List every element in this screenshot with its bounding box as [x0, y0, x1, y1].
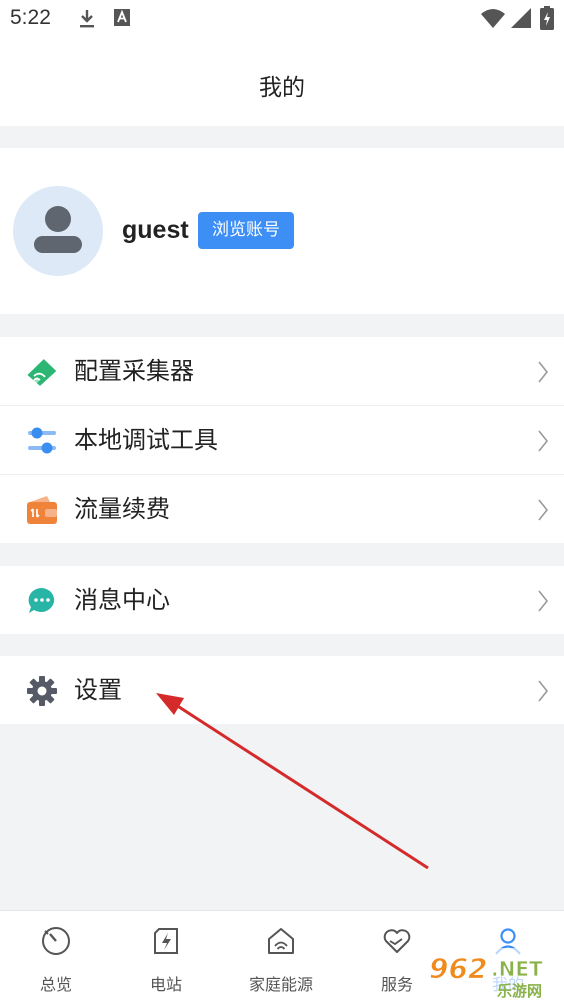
menu-item-label: 流量续费	[74, 495, 170, 523]
menu-item-settings[interactable]: 设置	[0, 656, 564, 724]
profile-card[interactable]: guest 浏览账号	[0, 148, 564, 314]
svg-text:乐游网: 乐游网	[497, 982, 542, 1000]
status-bar: 5:22	[0, 0, 564, 38]
menu-group-messages: 消息中心	[0, 566, 564, 634]
battery-icon	[540, 6, 554, 30]
sliders-icon	[28, 427, 56, 454]
avatar[interactable]	[13, 186, 103, 276]
chevron-right-icon	[538, 361, 549, 383]
tab-home-energy[interactable]: 家庭能源	[225, 911, 337, 1005]
page-title: 我的	[259, 75, 305, 101]
menu-item-message-center[interactable]: 消息中心	[0, 566, 564, 634]
power-station-icon	[154, 928, 178, 954]
watermark-logo: 962 .NET 乐游网	[425, 948, 560, 1000]
menu-item-label: 配置采集器	[74, 357, 194, 385]
menu-item-local-debug-tool[interactable]: 本地调试工具	[0, 406, 564, 475]
chevron-right-icon	[538, 499, 549, 521]
gear-icon	[27, 676, 57, 706]
chevron-right-icon	[538, 680, 549, 702]
home-energy-icon	[268, 928, 294, 954]
tab-label: 家庭能源	[248, 975, 313, 994]
tab-overview[interactable]: 总览	[0, 911, 112, 1005]
download-icon	[80, 10, 94, 28]
chat-bubble-icon	[28, 587, 55, 613]
menu-item-label: 设置	[74, 676, 122, 704]
menu-item-label: 本地调试工具	[74, 426, 218, 454]
page-header: 我的	[0, 38, 564, 126]
heart-hand-icon	[383, 929, 411, 953]
collector-tag-icon	[27, 359, 57, 386]
username: guest	[122, 216, 189, 244]
tab-power-station[interactable]: 电站	[110, 911, 222, 1005]
guest-account-badge: 浏览账号	[198, 212, 294, 249]
status-time: 5:22	[10, 6, 51, 29]
app-notification-icon	[114, 9, 130, 26]
tab-label: 电站	[149, 975, 182, 994]
menu-item-configure-collector[interactable]: 配置采集器	[0, 337, 564, 406]
svg-text:.NET: .NET	[491, 957, 543, 981]
menu-item-label: 消息中心	[74, 586, 170, 614]
chevron-right-icon	[538, 590, 549, 612]
tab-label: 总览	[39, 975, 72, 994]
menu-item-data-renewal[interactable]: 流量续费	[0, 475, 564, 543]
menu-group-tools: 配置采集器 本地调试工具 流量续费	[0, 337, 564, 543]
dial-icon	[42, 927, 70, 955]
svg-text:962: 962	[429, 952, 487, 985]
menu-group-settings: 设置	[0, 656, 564, 724]
signal-icon	[511, 8, 531, 28]
wallet-icon	[27, 496, 57, 524]
user-avatar-icon	[34, 206, 82, 253]
wifi-icon	[481, 9, 505, 28]
chevron-right-icon	[538, 430, 549, 452]
